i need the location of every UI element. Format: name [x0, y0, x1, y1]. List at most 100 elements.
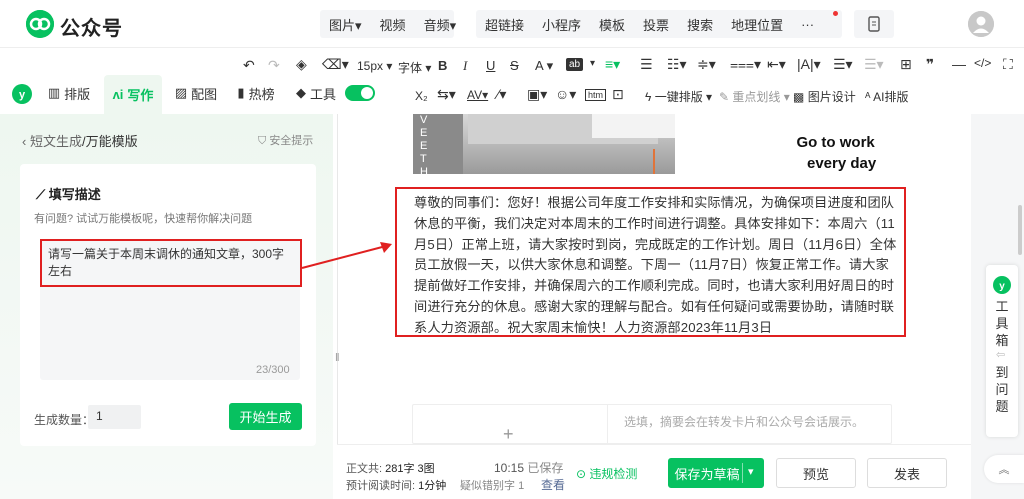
tab-writing[interactable]: ʌi 写作 [104, 75, 162, 114]
indent-icon[interactable]: ☷▾ [667, 56, 687, 73]
paragraph-spacing-icon[interactable]: ⩶▾ [730, 56, 761, 73]
font-size-select[interactable]: 15px ▾ [357, 59, 392, 73]
letter-spacing-icon[interactable]: |A|▾ [797, 56, 821, 73]
image-insert-icon[interactable]: ▣▾ [527, 86, 547, 103]
quote-icon[interactable]: ❞ [926, 56, 934, 73]
background-color-button[interactable]: ab [566, 58, 584, 71]
add-cover-icon[interactable]: + [503, 424, 514, 445]
tab-layout[interactable]: ▥ 排版 [41, 75, 97, 111]
summary-input[interactable]: 选填，摘要会在转发卡片和公众号会话展示。 [624, 413, 864, 430]
cube-icon: ◆ [295, 85, 306, 100]
shield-check-icon: ⊙ [576, 467, 587, 481]
mobile-preview-button[interactable] [854, 10, 894, 38]
insert-tools-group: 超链接 小程序 模板 投票 搜索 地理位置 ··· [476, 10, 842, 38]
html-icon[interactable]: htm [585, 89, 607, 101]
italic-button[interactable]: I [463, 58, 467, 74]
app-title: 公众号 [60, 18, 123, 40]
tab-tools[interactable]: ◆ 工具 [288, 75, 344, 111]
vote-button[interactable]: 投票 [634, 15, 678, 34]
wand-icon: ⟋ [36, 187, 46, 202]
breadcrumb-current: /万能模版 [81, 134, 138, 149]
wechat-logo-icon [26, 10, 54, 38]
preview-button[interactable]: 预览 [776, 458, 856, 488]
tab-images[interactable]: ▨ 配图 [168, 75, 224, 111]
ai-layout-button[interactable]: ᴬ AI排版 [865, 88, 908, 105]
toolbox-label[interactable]: 工具箱 [995, 298, 1009, 349]
avatar[interactable] [968, 11, 994, 37]
emoji-icon[interactable]: ☺▾ [555, 86, 576, 103]
annotation-box-output [395, 187, 906, 337]
divider-icon[interactable]: — [952, 56, 966, 72]
clear-format-icon[interactable]: ⌫▾ [322, 56, 349, 73]
ai-toggle-switch[interactable] [345, 85, 375, 101]
ai-icon: ᴬ [865, 90, 871, 104]
code-icon[interactable]: </> [974, 56, 991, 70]
line-height-icon[interactable]: ≑▾ [697, 56, 716, 73]
font-family-select[interactable]: 字体 ▾ [398, 59, 431, 76]
subscript-button[interactable]: X₂ [415, 89, 428, 103]
highlight-button[interactable]: ✎ 重点划线 ▾ [719, 88, 790, 105]
violation-check-link[interactable]: ⊙ 违规检测 [576, 465, 637, 482]
undo-icon[interactable]: ↶ [243, 57, 255, 74]
insert-video-button[interactable]: 视频 [371, 15, 415, 34]
back-chevron-icon[interactable]: ‹ [22, 134, 26, 149]
typo-count: 疑似错别字 1 [460, 480, 525, 492]
back-arrow-icon: ⇦ [996, 349, 1006, 361]
hyperlink-button[interactable]: 超链接 [476, 15, 533, 34]
image-caption: Go to work every day [796, 134, 877, 172]
list-ordered-icon[interactable]: ☰▾ [864, 56, 884, 73]
insert-audio-menu[interactable]: 音频▾ [415, 15, 466, 34]
fullscreen-icon[interactable]: ⛶ [1003, 56, 1013, 73]
save-dropdown-icon[interactable]: ▾ [748, 465, 754, 478]
ai-write-icon: ʌi [112, 87, 124, 102]
phone-icon [868, 16, 880, 32]
insert-image-menu[interactable]: 图片▾ [320, 15, 371, 34]
list-icon[interactable]: ☰▾ [833, 56, 853, 73]
text-effect-icon[interactable]: ⇆▾ [437, 86, 456, 103]
qty-input[interactable]: 1 [88, 405, 141, 429]
table-icon[interactable]: ⊞ [900, 56, 912, 73]
shield-icon: ⛉ [258, 135, 267, 147]
redo-icon[interactable]: ↷ [268, 57, 280, 74]
safety-tip-link[interactable]: ⛉ 安全提示 [258, 132, 313, 148]
breadcrumb-back[interactable]: 短文生成 [30, 134, 82, 149]
char-counter: 23/300 [256, 364, 290, 376]
magic-icon[interactable]: ⁄▾ [497, 86, 506, 103]
underline-button[interactable]: U [486, 58, 495, 73]
search-button[interactable]: 搜索 [678, 15, 722, 34]
spacing-av-button[interactable]: AV▾ [467, 88, 488, 102]
mini-program-button[interactable]: 小程序 [533, 15, 590, 34]
toolbox-logo-icon: y [993, 276, 1011, 294]
pen-icon: ✎ [719, 90, 730, 104]
drag-handle-icon[interactable]: ‖ [335, 352, 340, 364]
generate-button[interactable]: 开始生成 [229, 403, 302, 430]
toolbox-icon[interactable]: ⊡ [612, 86, 624, 103]
media-insert-group: 图片▾ 视频 音频▾ [320, 10, 456, 38]
bold-button[interactable]: B [438, 58, 447, 73]
publish-button[interactable]: 发表 [867, 458, 947, 488]
indent-left-icon[interactable]: ⇤▾ [767, 56, 786, 73]
image-white-area [592, 114, 675, 138]
tab-trending[interactable]: ▮ 热榜 [228, 75, 284, 111]
panel-splitter[interactable] [337, 114, 338, 499]
layout-icon: ▥ [47, 85, 61, 100]
more-button[interactable]: ··· [792, 17, 823, 32]
align-left-icon[interactable]: ≡▾ [605, 56, 620, 73]
location-button[interactable]: 地理位置 [722, 15, 792, 34]
image-icon: ▨ [174, 85, 188, 100]
back-to-question-label[interactable]: 到问题 [995, 364, 1009, 415]
font-color-button[interactable]: A ▾ [535, 58, 553, 74]
quick-format-button[interactable]: ϟ 一键排版 ▾ [645, 88, 712, 105]
strikethrough-button[interactable]: S [510, 58, 519, 73]
template-button[interactable]: 模板 [590, 15, 634, 34]
scrollbar-thumb[interactable] [1018, 205, 1022, 255]
align-center-icon[interactable]: ☰ [640, 56, 653, 73]
read-time: 预计阅读时间: 1分钟 [346, 480, 447, 492]
ai-assistant-icon[interactable]: y [12, 84, 32, 104]
card-title: ⟋ 填写描述 [36, 187, 101, 202]
typo-view-link[interactable]: 查看 [541, 476, 565, 493]
annotation-arrow-icon [301, 242, 392, 269]
image-design-button[interactable]: ▩ 图片设计 [793, 88, 856, 105]
scroll-top-icon[interactable]: ︽ [984, 455, 1024, 483]
format-painter-icon[interactable]: ◈ [296, 56, 307, 73]
